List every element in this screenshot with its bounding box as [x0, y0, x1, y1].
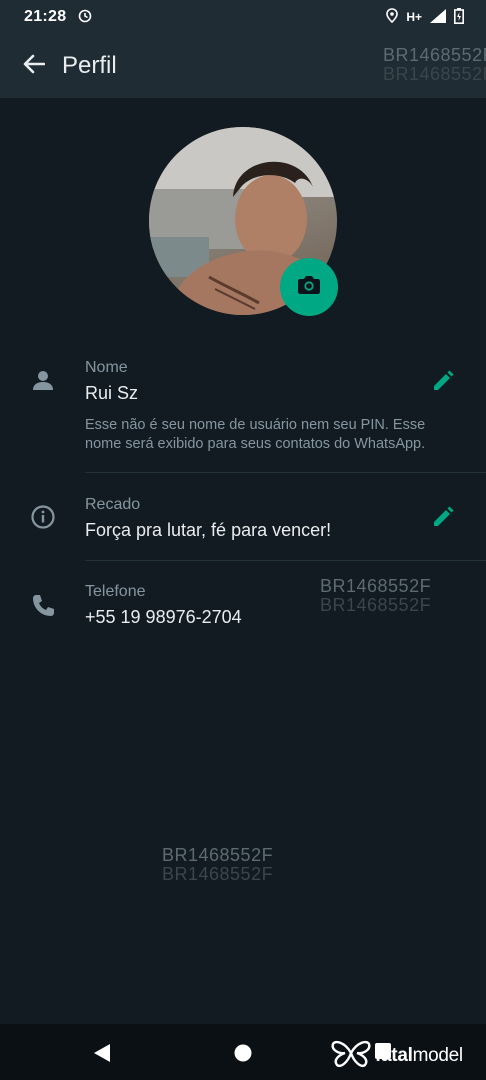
watermark-text: BR1468552F — [162, 845, 274, 865]
nav-back-button[interactable] — [92, 1042, 114, 1064]
sync-icon — [78, 9, 92, 26]
circle-home-icon — [234, 1044, 252, 1062]
phone-icon — [30, 592, 56, 618]
edit-about-button[interactable] — [430, 504, 456, 530]
divider — [85, 560, 486, 561]
camera-icon — [297, 275, 321, 300]
about-label: Recado — [85, 496, 141, 513]
profile-photo-area — [149, 127, 339, 317]
name-hint: Esse não é seu nome de usuário nem seu P… — [85, 417, 426, 452]
watermark-middle: BR1468552F BR1468552F — [320, 577, 431, 615]
watermark-shadow: BR1468552F — [383, 64, 486, 84]
status-icons: H+ — [386, 7, 464, 27]
back-button[interactable] — [6, 38, 62, 94]
change-photo-button[interactable] — [280, 258, 338, 316]
network-type: H+ — [406, 10, 422, 24]
battery-icon — [454, 7, 464, 27]
status-time: 21:28 — [24, 8, 67, 25]
location-icon — [386, 8, 399, 26]
watermark-bottom: BR1468552F BR1468552F — [162, 846, 273, 884]
watermark-shadow: BR1468552F — [162, 864, 274, 884]
signal-icon — [430, 8, 446, 26]
fatalmodel-logo: fatalmodel — [331, 1038, 463, 1073]
recents-square[interactable] — [375, 1043, 391, 1059]
about-row[interactable]: Recado Força pra lutar, fé para vencer! — [0, 486, 486, 556]
nav-home-button[interactable] — [232, 1042, 254, 1064]
about-value: Força pra lutar, fé para vencer! — [85, 520, 332, 540]
divider — [85, 472, 486, 473]
phone-label: Telefone — [85, 583, 146, 600]
name-label: Nome — [85, 359, 128, 376]
triangle-back-icon — [94, 1044, 110, 1062]
watermark-shadow: BR1468552F — [320, 595, 432, 615]
watermark-text: BR1468552F — [383, 45, 486, 65]
edit-name-button[interactable] — [430, 368, 456, 394]
pencil-icon — [434, 506, 454, 526]
arrow-left-icon — [23, 54, 46, 79]
butterfly-logo-icon — [331, 1038, 371, 1073]
phone-value: +55 19 98976-2704 — [85, 607, 242, 627]
info-icon — [30, 504, 56, 530]
status-bar: 21:28 H+ — [0, 0, 486, 34]
page-title: Perfil — [62, 52, 117, 79]
person-icon — [30, 368, 56, 394]
watermark-top: BR1468552F BR1468552F — [383, 46, 486, 84]
name-row[interactable]: Nome Rui Sz Esse não é seu nome de usuár… — [0, 350, 486, 460]
pencil-icon — [434, 370, 454, 390]
brand-text-part3: model — [412, 1044, 464, 1066]
watermark-text: BR1468552F — [320, 576, 432, 596]
name-value: Rui Sz — [85, 383, 139, 403]
